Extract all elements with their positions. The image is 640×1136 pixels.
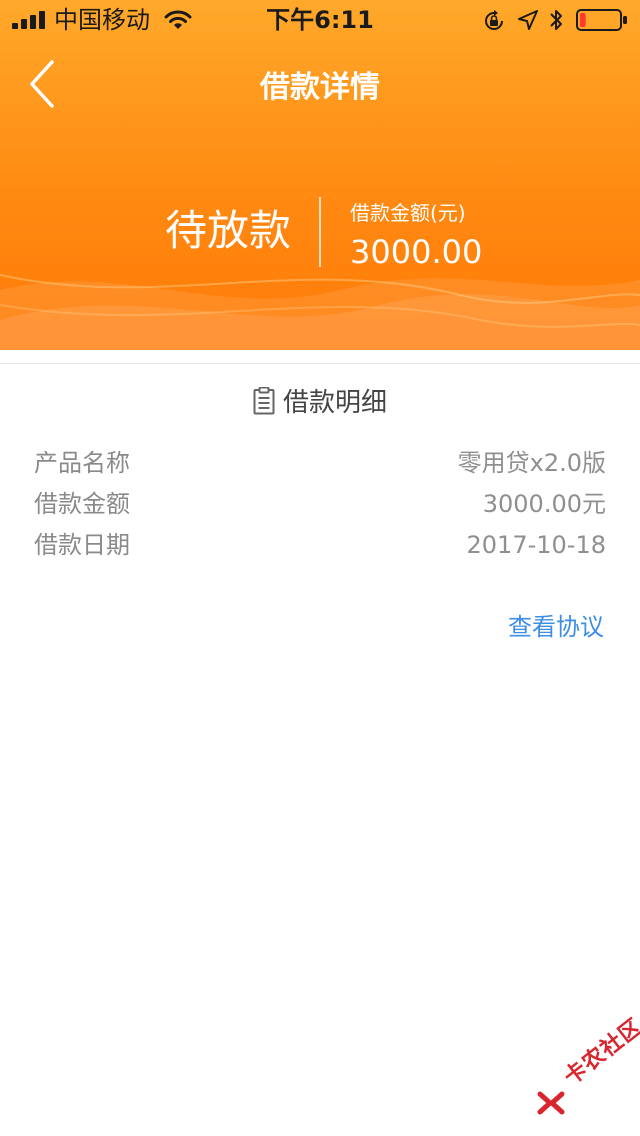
document-icon	[253, 387, 275, 415]
status-bar: 中国移动 下午6:11	[0, 0, 640, 40]
detail-label: 借款日期	[34, 531, 130, 559]
header-banner: 中国移动 下午6:11 借款详情 待放款 借款金额(元) 3000.00	[0, 0, 640, 350]
location-icon	[518, 10, 538, 30]
bluetooth-icon	[550, 10, 562, 30]
section-divider	[0, 363, 640, 364]
watermark-text: 卡农社区	[559, 1014, 640, 1091]
details-section-title: 借款明细	[0, 384, 640, 422]
nav-bar: 借款详情	[0, 40, 640, 130]
detail-row-date: 借款日期 2017-10-18	[34, 527, 606, 563]
watermark-logo-icon	[537, 1091, 565, 1115]
loan-status: 待放款	[164, 206, 291, 255]
details-section-label: 借款明细	[282, 388, 387, 418]
detail-label: 产品名称	[34, 449, 130, 477]
summary-divider	[319, 197, 321, 267]
watermark: 卡农社区	[530, 1014, 640, 1128]
detail-value: 零用贷x2.0版	[457, 449, 606, 477]
view-agreement-link[interactable]: 查看协议	[400, 609, 604, 645]
clock-time: 下午6:11	[266, 6, 374, 34]
page-title: 借款详情	[260, 70, 380, 105]
rotation-lock-icon	[485, 10, 503, 30]
detail-value: 3000.00元	[482, 490, 606, 518]
loan-amount-value: 3000.00	[350, 233, 483, 271]
detail-row-product: 产品名称 零用贷x2.0版	[34, 445, 606, 481]
detail-label: 借款金额	[34, 490, 130, 518]
loan-amount-label: 借款金额(元)	[350, 201, 466, 225]
battery-icon	[576, 9, 627, 31]
detail-value: 2017-10-18	[466, 531, 606, 559]
detail-row-amount: 借款金额 3000.00元	[34, 486, 606, 522]
